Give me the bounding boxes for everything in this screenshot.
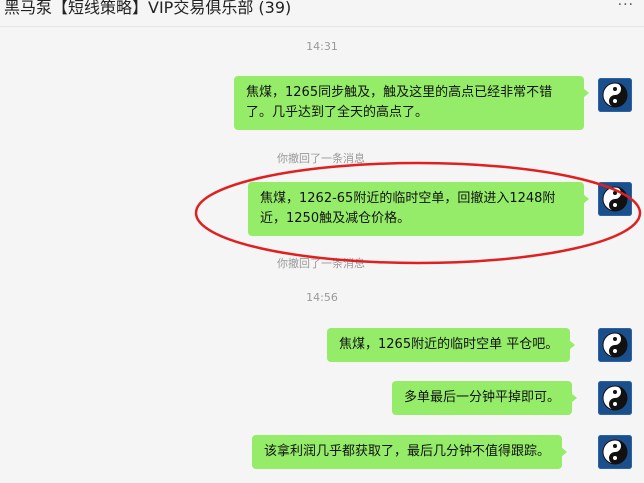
chat-bubble[interactable]: 该拿利润几乎都获取了，最后几分钟不值得跟踪。 [252, 435, 568, 469]
yin-yang-icon [602, 186, 628, 212]
avatar[interactable] [598, 381, 632, 415]
avatar[interactable] [598, 182, 632, 216]
chat-title: 黑马泵【短线策略】VIP交易俱乐部 (39) [4, 0, 292, 17]
avatar[interactable] [598, 435, 632, 469]
chat-bubble[interactable]: 多单最后一分钟平掉即可。 [392, 381, 578, 415]
timestamp: 14:31 [306, 40, 338, 53]
timestamp: 14:56 [306, 291, 338, 304]
avatar[interactable] [598, 328, 632, 362]
more-dots-icon[interactable]: ··· [618, 0, 634, 13]
yin-yang-icon [602, 439, 628, 465]
yin-yang-icon [602, 332, 628, 358]
chat-header: 黑马泵【短线策略】VIP交易俱乐部 (39) ··· [0, 0, 644, 27]
avatar[interactable] [598, 78, 632, 112]
yin-yang-icon [602, 82, 628, 108]
chat-bubble[interactable]: 焦煤，1265同步触及，触及这里的高点已经非常不错了。几乎达到了全天的高点了。 [234, 76, 589, 130]
yin-yang-icon [602, 385, 628, 411]
recall-notice: 你撤回了一条消息 [277, 257, 365, 270]
chat-bubble[interactable]: 焦煤，1262-65附近的临时空单，回撤进入1248附近，1250触及减仓价格。 [248, 182, 589, 236]
recall-notice: 你撤回了一条消息 [277, 152, 365, 165]
chat-bubble[interactable]: 焦煤，1265附近的临时空单 平仓吧。 [327, 328, 576, 362]
